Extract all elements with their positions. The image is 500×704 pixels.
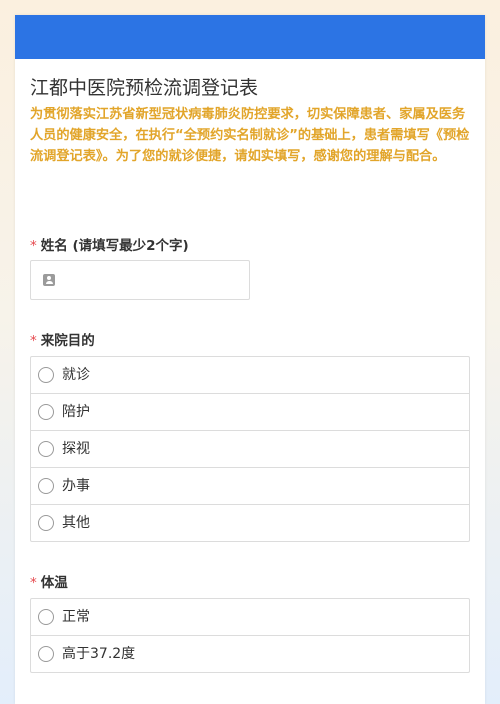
purpose-option-other[interactable]: 其他: [31, 504, 469, 541]
form-card: 江都中医院预检流调登记表 为贯彻落实江苏省新型冠状病毒肺炎防控要求，切实保障患者…: [15, 15, 485, 704]
option-label: 就诊: [62, 367, 90, 383]
temperature-option-high[interactable]: 高于37.2度: [31, 635, 469, 672]
purpose-option-visit-patient[interactable]: 探视: [31, 430, 469, 467]
temperature-options: 正常 高于37.2度: [30, 598, 470, 673]
option-label: 办事: [62, 478, 90, 494]
radio-button[interactable]: [38, 404, 54, 420]
question-name-label: * 姓名 (请填写最少2个字): [30, 237, 189, 255]
radio-button[interactable]: [38, 367, 54, 383]
option-label: 高于37.2度: [62, 646, 136, 662]
user-icon: [43, 274, 55, 286]
required-marker: *: [30, 575, 37, 591]
required-marker: *: [30, 238, 37, 254]
purpose-option-escort[interactable]: 陪护: [31, 393, 469, 430]
option-label: 陪护: [62, 404, 90, 420]
radio-button[interactable]: [38, 478, 54, 494]
radio-button[interactable]: [38, 515, 54, 531]
required-marker: *: [30, 333, 37, 349]
form-description: 为贯彻落实江苏省新型冠状病毒肺炎防控要求，切实保障患者、家属及医务人员的健康安全…: [30, 107, 470, 164]
option-label: 正常: [62, 609, 90, 625]
form-title: 江都中医院预检流调登记表: [30, 77, 259, 99]
option-label: 其他: [62, 515, 90, 531]
radio-button[interactable]: [38, 609, 54, 625]
option-label: 探视: [62, 441, 90, 457]
question-temperature-label: * 体温: [30, 574, 68, 592]
temperature-option-normal[interactable]: 正常: [31, 599, 469, 635]
header-banner: [15, 15, 485, 59]
purpose-options: 就诊 陪护 探视 办事 其他: [30, 356, 470, 542]
question-temperature-text: 体温: [40, 575, 68, 591]
question-purpose-label: * 来院目的: [30, 332, 95, 350]
name-input[interactable]: [30, 260, 250, 300]
purpose-option-business[interactable]: 办事: [31, 467, 469, 504]
question-purpose-text: 来院目的: [40, 333, 95, 349]
radio-button[interactable]: [38, 646, 54, 662]
question-name-text: 姓名 (请填写最少2个字): [40, 238, 189, 254]
purpose-option-visit-doctor[interactable]: 就诊: [31, 357, 469, 393]
radio-button[interactable]: [38, 441, 54, 457]
